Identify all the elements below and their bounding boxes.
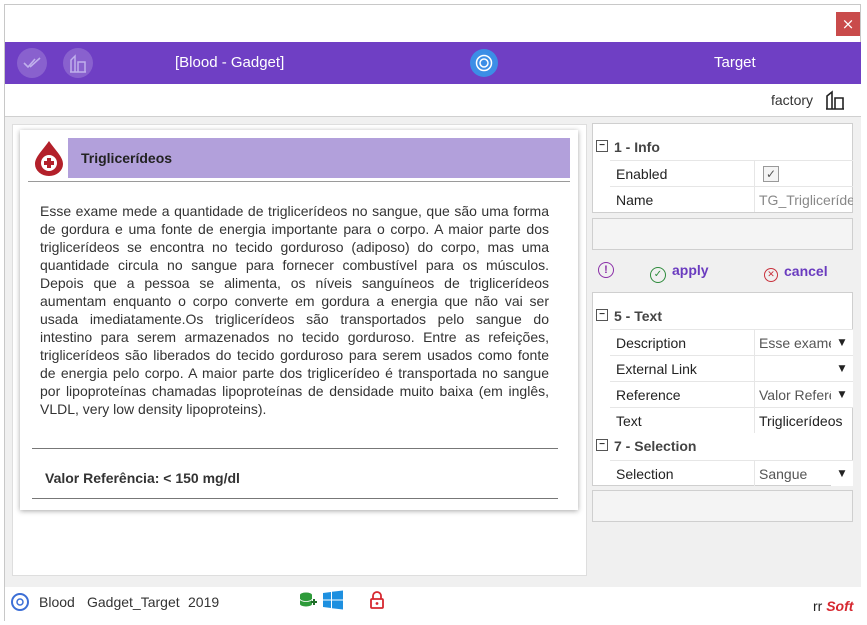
property-name: Enabled <box>616 166 668 182</box>
divider <box>28 181 570 182</box>
property-row-description: Description Esse exame ▼ <box>610 329 853 355</box>
card-header: Triglicerídeos <box>28 138 570 178</box>
property-name: Text <box>616 413 642 429</box>
property-description-box <box>592 490 853 522</box>
page-title: [Blood - Gadget] <box>175 54 285 71</box>
factory-icon[interactable] <box>63 48 93 78</box>
section-selection[interactable]: − 7 - Selection <box>593 434 852 458</box>
property-row-name: Name TG_Triglicerídeos <box>610 186 853 212</box>
sub-toolbar: factory <box>5 84 861 117</box>
name-field[interactable]: TG_Triglicerídeos <box>754 187 853 212</box>
status-gadget: Gadget_Target <box>87 594 180 610</box>
windows-icon[interactable] <box>322 590 344 613</box>
text-field[interactable]: Triglicerídeos <box>754 408 853 433</box>
property-row-external-link: External Link ▼ <box>610 355 853 381</box>
property-row-selection: Selection Sangue ▼ <box>610 460 853 486</box>
dropdown-arrow-icon[interactable]: ▼ <box>831 461 853 486</box>
description-field[interactable]: Esse exame ▼ <box>754 330 853 355</box>
check-icon: ✓ <box>650 267 666 283</box>
action-bar: ! ✓ apply ✕ cancel <box>592 256 853 286</box>
property-row-text: Text Triglicerídeos <box>610 407 853 433</box>
property-name: Reference <box>616 387 681 403</box>
property-name: Description <box>616 335 687 351</box>
info-description-box <box>592 218 853 250</box>
reference-field[interactable]: Valor Referência ▼ <box>754 382 853 407</box>
card-description: Esse exame mede a quantidade de triglice… <box>40 203 549 417</box>
database-add-icon[interactable] <box>299 591 317 612</box>
collapse-toggle-icon[interactable]: − <box>596 439 608 451</box>
property-grid-info: − 1 - Info Enabled ✓ Name TG_Trigliceríd… <box>592 123 853 213</box>
cancel-button[interactable]: ✕ cancel <box>764 263 828 282</box>
brand-logo: rr Soft <box>813 598 854 614</box>
status-year: 2019 <box>188 594 220 610</box>
enabled-checkbox[interactable]: ✓ <box>763 166 779 182</box>
status-app: Blood <box>39 594 75 610</box>
property-grid-text: − 5 - Text Description Esse exame ▼ Exter… <box>592 292 853 486</box>
card-title: Triglicerídeos <box>81 150 173 166</box>
property-name: Selection <box>616 466 674 482</box>
double-check-icon[interactable] <box>17 48 47 78</box>
factory-label: factory <box>771 92 814 108</box>
close-icon: ✕ <box>764 268 778 282</box>
property-name: External Link <box>616 361 697 377</box>
property-name: Name <box>616 192 654 208</box>
divider <box>32 448 558 449</box>
card-title-bar: Triglicerídeos <box>68 138 570 178</box>
target-label: Target <box>714 54 756 71</box>
info-icon[interactable]: ! <box>598 262 614 278</box>
lock-icon[interactable] <box>370 591 384 612</box>
apply-button[interactable]: ✓ apply <box>650 262 709 283</box>
property-row-reference: Reference Valor Referência ▼ <box>610 381 853 407</box>
dropdown-arrow-icon[interactable]: ▼ <box>831 382 853 407</box>
section-info[interactable]: − 1 - Info <box>593 135 852 159</box>
factory-icon[interactable] <box>825 90 845 115</box>
collapse-toggle-icon[interactable]: − <box>596 140 608 152</box>
section-label: 7 - Selection <box>614 438 697 454</box>
target-icon[interactable] <box>470 49 498 77</box>
external-link-field[interactable]: ▼ <box>754 356 853 381</box>
blood-drop-icon <box>30 138 68 178</box>
dropdown-arrow-icon[interactable]: ▼ <box>831 330 853 355</box>
header-bar: [Blood - Gadget] Target <box>5 42 861 84</box>
section-label: 5 - Text <box>614 308 662 324</box>
dropdown-arrow-icon[interactable]: ▼ <box>831 356 853 381</box>
reference-value: Valor Referência: < 150 mg/dl <box>45 470 240 486</box>
gadget-card: Triglicerídeos Esse exame mede a quantid… <box>20 130 578 510</box>
property-row-enabled: Enabled ✓ <box>610 160 853 186</box>
status-bar: Blood Gadget_Target 2019 rr Soft <box>5 587 861 621</box>
divider <box>32 498 558 499</box>
close-button[interactable]: × <box>836 12 860 36</box>
section-label: 1 - Info <box>614 139 660 155</box>
property-value: ✓ <box>754 161 853 186</box>
target-icon <box>11 593 29 611</box>
selection-dropdown[interactable]: Sangue ▼ <box>754 461 853 486</box>
collapse-toggle-icon[interactable]: − <box>596 309 608 321</box>
section-text[interactable]: − 5 - Text <box>593 304 852 328</box>
